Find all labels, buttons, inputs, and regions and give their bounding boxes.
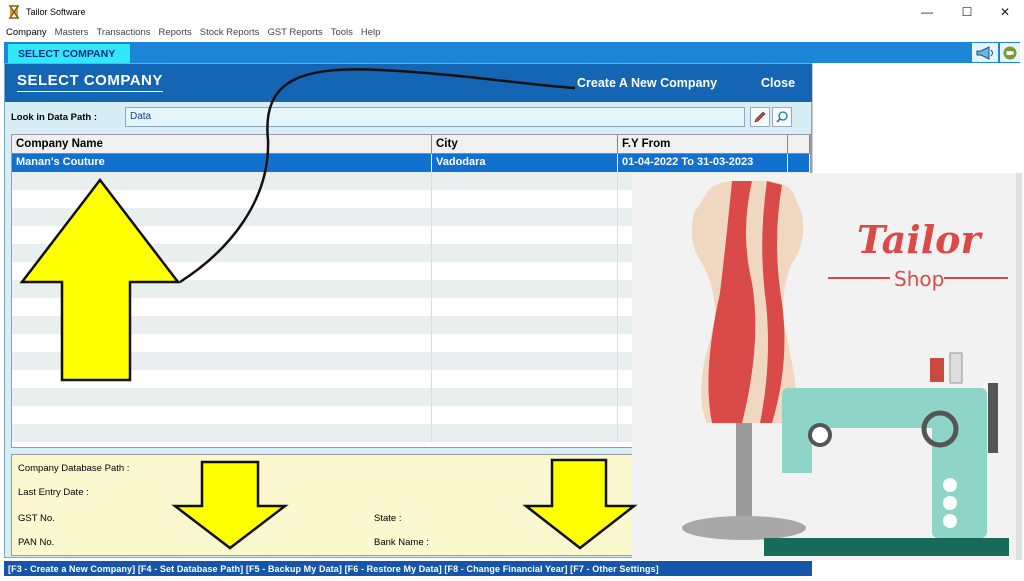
down-arrow-icon [522,458,638,550]
down-arrow-icon [171,460,289,550]
annotation-overlay [19,68,638,550]
up-arrow-icon [19,177,181,382]
pointer-curve [179,68,576,284]
